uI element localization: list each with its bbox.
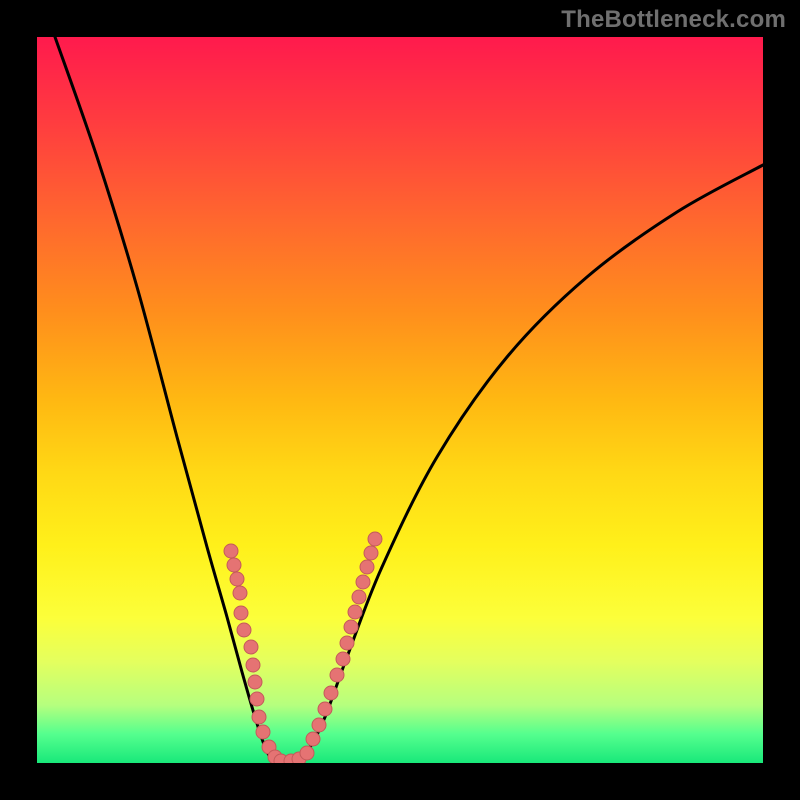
data-dot bbox=[324, 686, 338, 700]
data-dot bbox=[318, 702, 332, 716]
data-dot bbox=[246, 658, 260, 672]
curve-left-curve bbox=[55, 37, 281, 763]
data-dot bbox=[233, 586, 247, 600]
data-dot bbox=[352, 590, 366, 604]
data-dot bbox=[244, 640, 258, 654]
plot-area bbox=[37, 37, 763, 763]
data-dot bbox=[224, 544, 238, 558]
data-dot bbox=[368, 532, 382, 546]
curve-right-curve bbox=[281, 165, 763, 763]
data-dot bbox=[306, 732, 320, 746]
data-dot bbox=[330, 668, 344, 682]
data-dot bbox=[300, 746, 314, 760]
outer-frame: TheBottleneck.com bbox=[0, 0, 800, 800]
data-dot bbox=[360, 560, 374, 574]
data-dot bbox=[312, 718, 326, 732]
data-dot bbox=[248, 675, 262, 689]
data-dot bbox=[252, 710, 266, 724]
data-dot bbox=[256, 725, 270, 739]
data-dot bbox=[237, 623, 251, 637]
data-dots bbox=[224, 532, 382, 763]
data-dot bbox=[227, 558, 241, 572]
data-dot bbox=[348, 605, 362, 619]
bottleneck-curve bbox=[55, 37, 763, 763]
data-dot bbox=[344, 620, 358, 634]
data-dot bbox=[356, 575, 370, 589]
watermark-text: TheBottleneck.com bbox=[561, 6, 786, 34]
data-dot bbox=[250, 692, 264, 706]
data-dot bbox=[364, 546, 378, 560]
data-dot bbox=[340, 636, 354, 650]
data-dot bbox=[230, 572, 244, 586]
chart-svg bbox=[37, 37, 763, 763]
data-dot bbox=[336, 652, 350, 666]
data-dot bbox=[234, 606, 248, 620]
